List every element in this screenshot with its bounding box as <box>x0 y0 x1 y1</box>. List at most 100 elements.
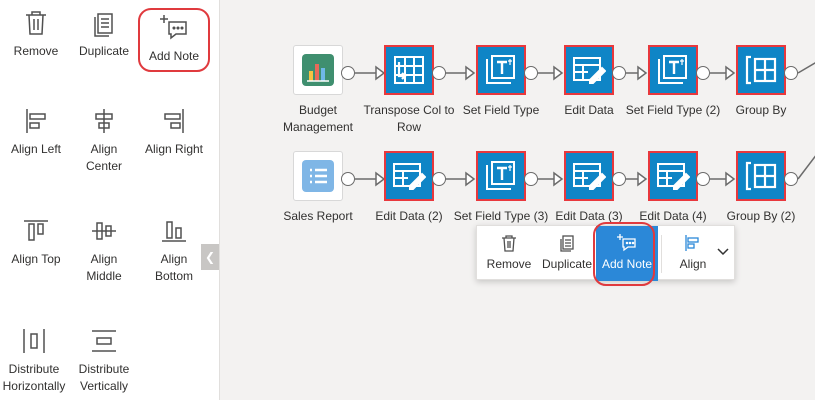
toolbar-add-note-button[interactable]: Add Note <box>596 226 658 281</box>
toolbar-divider <box>661 235 662 273</box>
panel-tool-label: Add Note <box>148 49 200 63</box>
collapse-panel-button[interactable]: ❮ <box>201 244 219 270</box>
toolbar-remove-label: Remove <box>486 257 532 271</box>
connector-arrow <box>637 171 648 187</box>
node-edit-data-4[interactable] <box>648 151 698 201</box>
group-by-icon <box>745 55 777 85</box>
output-port[interactable] <box>341 172 355 186</box>
node-set-field-type-2[interactable] <box>648 45 698 95</box>
node-edit-data-2[interactable] <box>384 151 434 201</box>
output-port[interactable] <box>784 66 798 80</box>
chevron-down-icon <box>717 248 729 256</box>
chart-icon <box>302 54 334 86</box>
report-icon <box>302 160 334 192</box>
add-note-icon <box>617 234 636 252</box>
panel-align-center-button[interactable]: Align Center <box>68 106 140 175</box>
panel-add-note-button[interactable]: Add Note <box>138 8 210 72</box>
node-group-by[interactable] <box>736 45 786 95</box>
align-top-icon <box>24 220 48 241</box>
node-label: Group By <box>735 103 787 117</box>
text-field-icon <box>658 55 687 84</box>
panel-tool-label: Distribute Vertically <box>78 362 130 393</box>
node-group-by-2[interactable] <box>736 151 786 201</box>
align-left-icon <box>26 109 46 133</box>
node-label: Group By (2) <box>726 209 796 223</box>
align-right-icon <box>164 109 184 133</box>
add-note-icon <box>160 15 187 40</box>
toolbar-remove-button[interactable]: Remove <box>481 226 537 281</box>
edit-data-icon <box>393 163 426 190</box>
output-port[interactable] <box>612 172 626 186</box>
node-edit-data-3[interactable] <box>564 151 614 201</box>
edit-data-icon <box>657 163 690 190</box>
connector-arrow <box>637 65 648 81</box>
align-middle-icon <box>92 222 116 240</box>
node-set-field-type-3[interactable] <box>476 151 526 201</box>
context-toolbar: Remove Duplicate Add Note Align <box>476 225 735 281</box>
panel-tool-label: Align Top <box>11 252 61 266</box>
panel-align-left-button[interactable]: Align Left <box>0 106 72 158</box>
node-edit-data[interactable] <box>564 45 614 95</box>
node-transpose-col-to-row[interactable] <box>384 45 434 95</box>
output-port[interactable] <box>524 66 538 80</box>
align-left-icon <box>685 235 699 251</box>
node-budget-management[interactable] <box>293 45 343 95</box>
trash-icon <box>26 11 46 35</box>
duplicate-icon <box>94 13 113 37</box>
panel-tool-label: Align Left <box>10 142 62 156</box>
panel-tool-label: Align Right <box>144 142 204 156</box>
toolbar-align-dropdown[interactable] <box>713 226 733 281</box>
connector-arrow <box>465 171 476 187</box>
panel-tool-label: Align Center <box>85 142 123 173</box>
panel-tool-label: Align Bottom <box>154 252 193 283</box>
panel-align-middle-button[interactable]: Align Middle <box>68 216 140 285</box>
output-port[interactable] <box>696 66 710 80</box>
connector-arrow <box>725 171 736 187</box>
text-field-icon <box>486 161 515 190</box>
edit-data-icon <box>573 163 606 190</box>
output-port[interactable] <box>432 172 446 186</box>
toolbar-duplicate-label: Duplicate <box>541 257 593 271</box>
panel-align-top-button[interactable]: Align Top <box>0 216 72 268</box>
distribute-vertical-icon <box>92 330 116 352</box>
panel-distribute-vertical-button[interactable]: Distribute Vertically <box>68 326 140 395</box>
output-port[interactable] <box>432 66 446 80</box>
align-bottom-icon <box>162 221 186 242</box>
connector-arrow <box>375 65 386 81</box>
trash-icon <box>502 235 516 252</box>
panel-align-bottom-button[interactable]: Align Bottom <box>138 216 210 285</box>
panel-remove-button[interactable]: Remove <box>0 8 72 60</box>
alignment-panel: Remove Duplicate Add Note Align Left Ali… <box>0 0 220 400</box>
group-by-icon <box>745 161 777 191</box>
output-port[interactable] <box>524 172 538 186</box>
transpose-icon <box>394 56 424 84</box>
connector-arrow <box>725 65 736 81</box>
panel-duplicate-button[interactable]: Duplicate <box>68 8 140 60</box>
node-sales-report[interactable] <box>293 151 343 201</box>
output-port[interactable] <box>341 66 355 80</box>
connector <box>797 155 815 180</box>
align-center-icon <box>95 109 113 133</box>
panel-tool-label: Align Middle <box>86 252 122 283</box>
node-set-field-type[interactable] <box>476 45 526 95</box>
connector-arrow <box>553 171 564 187</box>
toolbar-align-button[interactable]: Align <box>667 226 719 281</box>
connector <box>797 62 815 74</box>
output-port[interactable] <box>696 172 710 186</box>
edit-data-icon <box>573 57 606 84</box>
panel-tool-label: Remove <box>13 44 59 58</box>
toolbar-duplicate-button[interactable]: Duplicate <box>539 226 595 281</box>
panel-align-right-button[interactable]: Align Right <box>138 106 210 158</box>
text-field-icon <box>486 55 515 84</box>
output-port[interactable] <box>784 172 798 186</box>
output-port[interactable] <box>612 66 626 80</box>
panel-distribute-horizontal-button[interactable]: Distribute Horizontally <box>0 326 70 395</box>
chevron-left-icon: ❮ <box>204 250 216 264</box>
connector-arrow <box>375 171 386 187</box>
duplicate-icon <box>560 235 574 252</box>
panel-tool-label: Duplicate <box>78 44 130 58</box>
toolbar-align-label: Align <box>679 257 707 271</box>
connector-arrow <box>553 65 564 81</box>
workflow-canvas[interactable]: Budget Management Transpose Col to Row S… <box>220 0 815 400</box>
panel-tool-label: Distribute Horizontally <box>2 362 66 393</box>
